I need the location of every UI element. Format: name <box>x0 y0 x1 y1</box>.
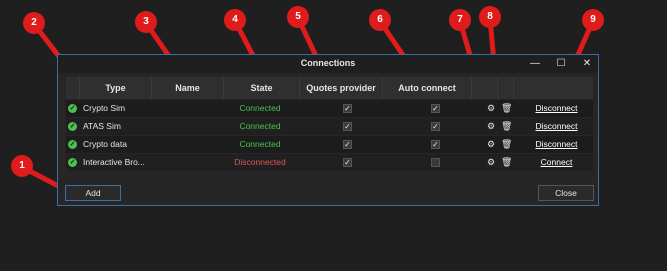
maximize-button[interactable]: ☐ <box>552 56 570 72</box>
gear-icon[interactable]: ⚙ <box>487 154 495 171</box>
auto-connect-checkbox[interactable]: ✓ <box>431 122 440 131</box>
close-window-button[interactable]: ✕ <box>578 56 596 72</box>
auto-connect-checkbox[interactable] <box>431 158 440 167</box>
header-action <box>514 77 593 99</box>
minimize-button[interactable]: — <box>526 56 544 72</box>
row-type: ATAS Sim <box>83 121 121 131</box>
table-row[interactable]: ✓ ATAS Sim Connected ✓ ✓ ⚙ 🗑 Disconnect <box>66 117 593 135</box>
callout-2: 2 <box>23 12 45 34</box>
callout-1: 1 <box>11 155 33 177</box>
header-status <box>66 77 80 99</box>
table-row[interactable]: ✓ Crypto data Connected ✓ ✓ ⚙ 🗑 Disconne… <box>66 135 593 153</box>
row-type: Interactive Bro... <box>83 157 145 167</box>
row-state: Connected <box>239 121 281 131</box>
row-type: Crypto Sim <box>83 103 126 113</box>
quotes-provider-checkbox[interactable]: ✓ <box>343 122 352 131</box>
auto-connect-checkbox[interactable]: ✓ <box>431 140 440 149</box>
header-settings <box>472 77 498 99</box>
quotes-provider-checkbox[interactable]: ✓ <box>343 158 352 167</box>
quotes-provider-checkbox[interactable]: ✓ <box>343 104 352 113</box>
trash-icon[interactable]: 🗑 <box>501 154 512 171</box>
callout-7: 7 <box>449 9 471 31</box>
row-state: Connected <box>239 139 281 149</box>
disconnect-link[interactable]: Disconnect <box>524 100 589 117</box>
header-quotes-provider[interactable]: Quotes provider <box>300 77 383 99</box>
table-row[interactable]: ✓ Interactive Bro... Disconnected ✓ ⚙ 🗑 … <box>66 153 593 171</box>
trash-icon[interactable]: 🗑 <box>501 136 512 153</box>
trash-icon[interactable]: 🗑 <box>501 118 512 135</box>
gear-icon[interactable]: ⚙ <box>487 100 495 117</box>
header-delete <box>498 77 514 99</box>
connections-window: Connections — ☐ ✕ Type Name State Quotes… <box>57 54 599 206</box>
callout-8: 8 <box>479 6 501 28</box>
row-state: Connected <box>239 103 281 113</box>
table-row[interactable]: ✓ Crypto Sim Connected ✓ ✓ ⚙ 🗑 Disconnec… <box>66 99 593 117</box>
header-name[interactable]: Name <box>152 77 224 99</box>
gear-icon[interactable]: ⚙ <box>487 136 495 153</box>
add-button[interactable]: Add <box>65 185 121 201</box>
header-auto-connect[interactable]: Auto connect <box>383 77 472 99</box>
close-button[interactable]: Close <box>538 185 594 201</box>
callout-4: 4 <box>224 9 246 31</box>
header-state[interactable]: State <box>224 77 300 99</box>
row-type: Crypto data <box>83 139 127 149</box>
check-circle-icon: ✓ <box>68 140 77 149</box>
callout-5: 5 <box>287 6 309 28</box>
check-circle-icon: ✓ <box>68 104 77 113</box>
callout-9: 9 <box>582 9 604 31</box>
callout-6: 6 <box>369 9 391 31</box>
callout-3: 3 <box>135 11 157 33</box>
title-bar[interactable]: Connections — ☐ ✕ <box>58 55 598 73</box>
row-state: Disconnected <box>234 157 286 167</box>
connect-link[interactable]: Connect <box>524 154 589 171</box>
header-type[interactable]: Type <box>80 77 152 99</box>
window-title: Connections <box>300 58 356 68</box>
check-circle-icon: ✓ <box>68 122 77 131</box>
table-header: Type Name State Quotes provider Auto con… <box>66 77 593 99</box>
auto-connect-checkbox[interactable]: ✓ <box>431 104 440 113</box>
quotes-provider-checkbox[interactable]: ✓ <box>343 140 352 149</box>
disconnect-link[interactable]: Disconnect <box>524 136 589 153</box>
trash-icon[interactable]: 🗑 <box>501 100 512 117</box>
disconnect-link[interactable]: Disconnect <box>524 118 589 135</box>
check-circle-icon: ✓ <box>68 158 77 167</box>
gear-icon[interactable]: ⚙ <box>487 118 495 135</box>
